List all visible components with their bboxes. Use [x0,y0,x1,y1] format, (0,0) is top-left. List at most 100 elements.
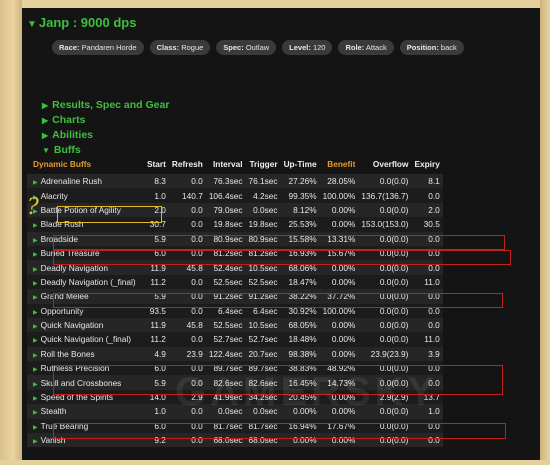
buff-name-cell: ▶ True Bearing [27,418,144,434]
table-cell: 0.0(0.0) [358,274,412,290]
expand-triangle-icon[interactable]: ▶ [33,267,38,273]
table-row[interactable]: ▶ Alacrity 1.0 140.7 106.4sec 4.2sec 99.35% 100… [27,188,443,203]
col-up-time[interactable]: Up-Time [281,154,320,174]
table-cell: 27.26% [280,174,320,189]
table-cell: 4.2sec [245,188,281,203]
table-cell: 5.9 [144,375,169,390]
table-cell: 11.9 [144,260,169,275]
buff-name[interactable]: True Bearing [41,421,89,431]
buff-name[interactable]: Stealth [41,406,67,416]
table-cell: 8.12% [280,202,320,218]
expand-triangle-icon[interactable]: ▶ [33,338,38,344]
expand-triangle-icon[interactable]: ▶ [33,410,38,416]
buff-name[interactable]: Battle Potion of Agility [41,205,121,215]
buff-name[interactable]: Blade Rush [41,219,84,229]
buff-name[interactable]: Buried Treasure [41,248,100,258]
table-cell: 23.9(23.9) [358,346,412,362]
table-cell: 106.4sec [205,188,246,203]
table-row[interactable]: ▶ Battle Potion of Agility 2.0 0.0 79.0sec 0.… [27,202,443,218]
table-cell: 0.00% [319,317,359,333]
table-row[interactable]: ▶ Quick Navigation 11.9 45.8 52.5sec 10.5sec 6… [27,317,443,333]
section-results[interactable]: ▶ Results, Spec and Gear [42,98,169,113]
table-cell: 91.2sec [205,289,246,304]
expand-triangle-icon[interactable]: ▶ [33,324,38,330]
table-row[interactable]: ▶ Grand Melee 5.9 0.0 91.2sec 91.2sec 38.22% 37… [27,289,443,304]
expand-triangle-icon[interactable]: ▶ [33,295,38,301]
table-row[interactable]: ▶ Blade Rush 30.7 0.0 19.8sec 19.8sec 25.53% 0.… [27,217,443,232]
table-row[interactable]: ▶ True Bearing 6.0 0.0 81.7sec 81.7sec 16.94% 1… [27,418,443,434]
table-cell: 0.00% [319,274,359,290]
buff-name[interactable]: Grand Melee [41,291,89,301]
table-cell: 0.0 [411,433,443,448]
buff-name[interactable]: Opportunity [41,306,84,316]
col-trigger[interactable]: Trigger [246,154,281,174]
table-cell: 17.67% [319,418,359,434]
table-cell: 0.0(0.0) [358,289,412,304]
section-abilities[interactable]: ▶ Abilities [42,128,169,143]
col-expiry[interactable]: Expiry [411,154,442,174]
buff-name[interactable]: Quick Navigation [41,320,104,330]
table-row[interactable]: ▶ Quick Navigation (_final) 11.2 0.0 52.7sec… [27,332,443,347]
table-cell: 68.06% [280,260,320,275]
expand-triangle-icon[interactable]: ▶ [33,252,38,258]
table-cell: 99.35% [280,188,320,203]
table-cell: 10.5sec [245,260,281,275]
expand-triangle-icon[interactable]: ▶ [33,396,38,402]
buff-name[interactable]: Deadly Navigation [41,263,108,273]
table-cell: 9.2 [144,433,169,448]
col-benefit[interactable]: Benefit [320,154,359,174]
table-cell: 11.2 [144,274,169,290]
buff-name[interactable]: Speed of the Spirits [41,392,113,402]
table-cell: 38.22% [280,289,320,304]
buff-name-cell: ▶ Vanish [27,433,144,448]
expand-triangle-icon[interactable]: ▶ [33,367,38,373]
table-row[interactable]: ▶ Broadside 5.9 0.0 80.9sec 80.9sec 15.58% 13.3… [27,231,443,246]
col-overflow[interactable]: Overflow [358,154,411,174]
table-row[interactable]: ▶ Adrenaline Rush 8.3 0.0 76.3sec 76.1sec 27.2… [27,174,443,189]
section-charts[interactable]: ▶ Charts [42,113,169,128]
table-cell: 76.1sec [245,174,281,189]
col-refresh[interactable]: Refresh [169,154,206,174]
expand-triangle-icon[interactable]: ▶ [33,180,38,186]
buff-name[interactable]: Deadly Navigation (_final) [41,277,136,287]
table-row[interactable]: ▶ Deadly Navigation 11.9 45.8 52.4sec 10.5sec… [27,260,443,275]
table-cell: 6.0 [144,418,169,434]
buff-name[interactable]: Skull and Crossbones [41,378,122,388]
table-cell: 0.0 [168,274,206,290]
table-cell: 15.67% [319,245,359,261]
buff-name[interactable]: Ruthless Precision [41,363,110,373]
player-info-chips: Race: Pandaren Horde Class: Rogue Spec: … [52,40,464,55]
buff-name-cell: ▶ Grand Melee [27,289,144,304]
table-row[interactable]: ▶ Roll the Bones 4.9 23.9 122.4sec 20.7sec 98.… [27,346,443,362]
expand-triangle-icon[interactable]: ▶ [33,281,38,287]
buff-name-cell: ▶ Quick Navigation (_final) [27,332,144,347]
buff-name[interactable]: Adrenaline Rush [41,176,102,186]
table-cell: 25.53% [280,217,320,232]
table-cell: 68.0sec [205,433,246,448]
table-row[interactable]: ▶ Opportunity 93.5 0.0 6.4sec 6.4sec 30.92% 100… [27,303,443,318]
buff-name[interactable]: Vanish [41,435,66,445]
buff-name[interactable]: Quick Navigation (_final) [41,334,131,344]
buff-name[interactable]: Roll the Bones [41,349,95,359]
table-cell: 52.4sec [205,260,246,275]
expand-triangle-icon[interactable]: ▶ [33,439,38,445]
parchment-border-right [540,0,550,465]
player-header[interactable]: ▼ Janp : 9000 dps [27,14,136,32]
col-dynamic-buffs[interactable]: Dynamic Buffs [27,154,144,174]
col-interval[interactable]: Interval [206,154,246,174]
buff-name[interactable]: Alacrity [41,191,68,201]
expand-triangle-icon[interactable]: ▶ [33,238,38,244]
expand-triangle-icon[interactable]: ▶ [33,310,38,316]
buff-name[interactable]: Broadside [41,234,78,244]
expand-triangle-icon[interactable]: ▶ [33,223,38,229]
player-title: Janp : 9000 dps [38,15,137,30]
expand-triangle-icon[interactable]: ▶ [33,382,38,388]
col-start[interactable]: Start [144,154,169,174]
expand-triangle-icon[interactable]: ▶ [33,425,38,431]
table-cell: 0.0 [411,231,443,246]
table-cell: 0.0 [168,303,206,318]
table-row[interactable]: ▶ Vanish 9.2 0.0 68.0sec 68.0sec 0.00% 0.00% 0.0… [27,433,443,448]
table-row[interactable]: ▶ Buried Treasure 6.0 0.0 81.2sec 81.2sec 16.9… [27,245,443,261]
expand-triangle-icon[interactable]: ▶ [33,353,38,359]
table-row[interactable]: ▶ Deadly Navigation (_final) 11.2 0.0 52.5se… [27,274,443,290]
